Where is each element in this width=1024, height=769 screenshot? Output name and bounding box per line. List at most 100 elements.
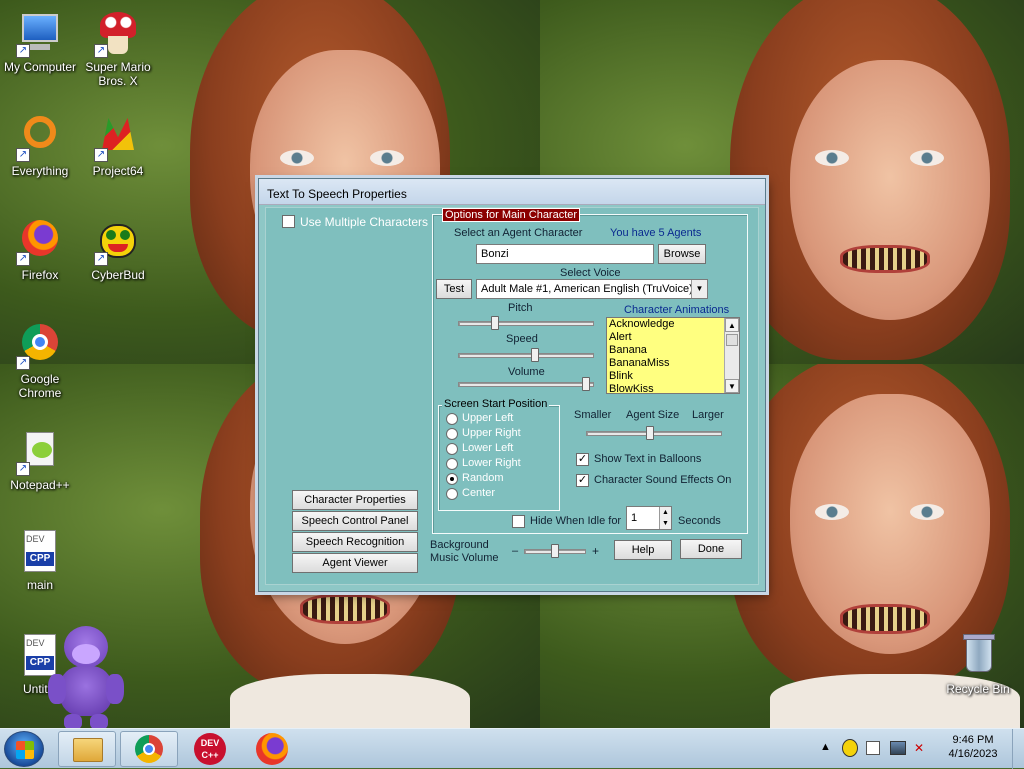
desktop-icon-recycle-bin[interactable]: Recycle Bin [936, 632, 1020, 696]
notepadpp-icon: ↗ [16, 428, 64, 476]
clock[interactable]: 9:46 PM 4/16/2023 [938, 734, 1008, 760]
scroll-up-icon[interactable]: ▲ [725, 318, 739, 332]
volume-label: Volume [508, 366, 545, 378]
animations-scrollbar[interactable]: ▲ ▼ [724, 318, 739, 393]
taskbar-devcpp[interactable]: DEV C++ [182, 731, 240, 767]
action-center-icon[interactable] [866, 741, 880, 755]
agent-viewer-button[interactable]: Agent Viewer [292, 553, 418, 573]
hide-idle-label: Hide When Idle for [530, 515, 622, 527]
bonzi-tray-icon[interactable] [842, 739, 858, 757]
animation-list-item[interactable]: BananaMiss [607, 357, 739, 370]
pitch-slider-thumb[interactable] [491, 316, 499, 330]
agent-size-label: Agent Size [626, 409, 680, 421]
agent-name-field[interactable]: Bonzi [476, 244, 654, 264]
animations-list[interactable]: Acknowledge Alert Banana BananaMiss Blink Blo… [606, 317, 740, 394]
dialog-title: Text To Speech Properties [267, 187, 407, 201]
position-radio[interactable] [446, 428, 458, 440]
position-radio-label: Upper Left [462, 412, 514, 424]
n64-icon: ↗ [94, 114, 142, 162]
position-radio[interactable] [446, 458, 458, 470]
use-multiple-label: Use Multiple Characters [300, 215, 429, 229]
animation-list-item[interactable]: Acknowledge [607, 318, 739, 331]
animation-list-item[interactable]: Alert [607, 331, 739, 344]
speed-slider[interactable] [458, 348, 594, 362]
mushroom-icon: ↗ [94, 10, 142, 58]
bg-music-slider[interactable] [524, 544, 586, 558]
show-desktop-button[interactable] [1012, 729, 1024, 769]
animation-list-item[interactable]: Banana [607, 344, 739, 357]
sound-effects-checkbox[interactable]: ✓ [576, 474, 589, 487]
done-button[interactable]: Done [680, 539, 742, 559]
dialog-titlebar[interactable]: Text To Speech Properties [259, 179, 765, 205]
desktop-icon-chrome[interactable]: ↗ Google Chrome [0, 322, 80, 400]
show-hidden-icons[interactable]: ▲ [820, 741, 831, 753]
taskbar-firefox[interactable] [244, 731, 302, 767]
position-radio-label: Lower Right [462, 457, 521, 469]
position-radio[interactable] [446, 443, 458, 455]
volume-slider[interactable] [458, 377, 594, 391]
speech-recognition-button[interactable]: Speech Recognition [292, 532, 418, 552]
chrome-icon: ↗ [16, 322, 64, 370]
position-radio[interactable] [446, 473, 458, 485]
animation-list-item[interactable]: Blink [607, 370, 739, 383]
speed-slider-thumb[interactable] [531, 348, 539, 362]
help-button[interactable]: Help [614, 540, 672, 560]
use-multiple-checkbox[interactable] [282, 215, 295, 228]
spin-down-icon[interactable]: ▼ [659, 518, 671, 529]
test-voice-button[interactable]: Test [436, 279, 472, 299]
character-properties-button[interactable]: Character Properties [292, 490, 418, 510]
devcpp-icon: DEV C++ [194, 733, 226, 765]
desktop-icon-project64[interactable]: ↗ Project64 [78, 114, 158, 178]
taskbar: DEV C++ ▲ ✕ 9:46 PM 4/16/2023 [0, 728, 1024, 769]
chevron-down-icon[interactable]: ▼ [691, 280, 707, 298]
start-button[interactable] [4, 731, 44, 767]
volume-muted-icon[interactable]: ✕ [914, 741, 930, 755]
animation-list-item[interactable]: BlowKiss [607, 383, 739, 393]
tts-properties-dialog: Text To Speech Properties Use Multiple C… [258, 178, 766, 592]
agent-size-slider[interactable] [586, 426, 722, 440]
show-balloons-checkbox[interactable]: ✓ [576, 453, 589, 466]
desktop-icon-firefox[interactable]: ↗ Firefox [0, 218, 80, 282]
select-agent-label: Select an Agent Character [454, 227, 583, 239]
search-ring-icon: ↗ [16, 114, 64, 162]
idle-seconds-spinner[interactable]: 1 ▲ ▼ [626, 506, 672, 530]
position-radio[interactable] [446, 488, 458, 500]
scroll-down-icon[interactable]: ▼ [725, 379, 739, 393]
agent-size-slider-thumb[interactable] [646, 426, 654, 440]
desktop-icon-main[interactable]: DEV CPP main [0, 528, 80, 592]
cpp-file-icon: DEV CPP [16, 528, 64, 576]
position-radio[interactable] [446, 413, 458, 425]
select-voice-label: Select Voice [560, 267, 621, 279]
bonzi-buddy-character[interactable] [48, 626, 124, 734]
speed-label: Speed [506, 333, 538, 345]
taskbar-windows-explorer[interactable] [58, 731, 116, 767]
firefox-icon: ↗ [16, 218, 64, 266]
scroll-thumb[interactable] [726, 334, 738, 346]
desktop-icon-everything[interactable]: ↗ Everything [0, 114, 80, 178]
smaller-label: Smaller [574, 409, 612, 421]
taskbar-chrome[interactable] [120, 731, 178, 767]
desktop-icon-my-computer[interactable]: ↗ My Computer [0, 10, 80, 74]
sound-effects-label: Character Sound Effects On [594, 474, 732, 486]
desktop-icon-super-mario[interactable]: ↗ Super Mario Bros. X [78, 10, 158, 88]
seconds-label: Seconds [678, 515, 721, 527]
hide-idle-checkbox[interactable] [512, 515, 525, 528]
bg-music-slider-thumb[interactable] [551, 544, 559, 558]
browse-button[interactable]: Browse [658, 244, 706, 264]
larger-label: Larger [692, 409, 724, 421]
bg-music-minus: – [512, 545, 519, 557]
windows-logo-icon [16, 741, 34, 759]
pitch-slider[interactable] [458, 316, 594, 330]
voice-select[interactable]: Adult Male #1, American English (TruVoic… [476, 279, 708, 299]
spin-up-icon[interactable]: ▲ [659, 507, 671, 518]
volume-slider-thumb[interactable] [582, 377, 590, 391]
network-icon[interactable] [890, 741, 906, 755]
bg-music-plus: + [592, 544, 600, 558]
desktop-icon-cyberbud[interactable]: ↗ CyberBud [78, 218, 158, 282]
speech-control-panel-button[interactable]: Speech Control Panel [292, 511, 418, 531]
firefox-icon [256, 733, 288, 765]
screen-position-title: Screen Start Position [442, 398, 550, 410]
position-radio-label: Center [462, 487, 496, 499]
desktop-icon-notepadpp[interactable]: ↗ Notepad++ [0, 428, 80, 492]
clock-date: 4/16/2023 [948, 748, 998, 760]
